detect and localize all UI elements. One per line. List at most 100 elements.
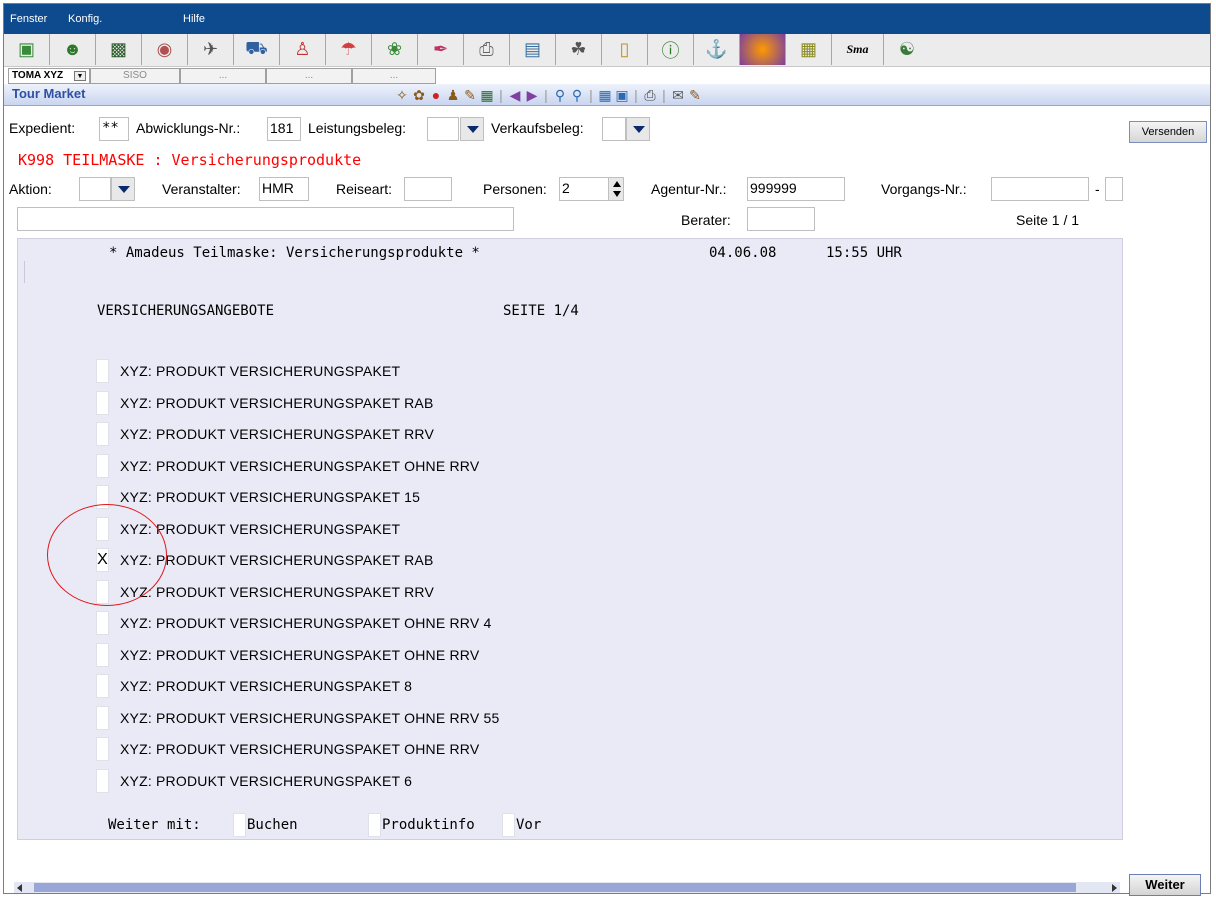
umbrella-icon[interactable]: ☂ [326,34,372,65]
vorgang-field[interactable] [991,177,1089,201]
product-checkbox[interactable] [96,611,109,635]
document-icon[interactable]: ▤ [510,34,556,65]
transfer-icon[interactable]: ▦ [597,87,613,104]
product-label: XYZ: PRODUKT VERSICHERUNGSPAKET 8 [120,678,413,694]
arrow-up-icon[interactable] [613,181,621,187]
menu-hilfe[interactable]: Hilfe [183,13,205,25]
previous-icon[interactable]: ◀ [507,87,523,104]
tab-toma-label: TOMA XYZ [12,70,64,81]
product-checkbox[interactable] [96,705,109,730]
produktinfo-checkbox[interactable] [368,813,381,837]
printer-icon[interactable]: ⎙ [464,34,510,65]
veranstalter-field[interactable]: HMR [259,177,309,201]
flight-icon[interactable]: ✈ [188,34,234,65]
map-icon[interactable]: ❀ [372,34,418,65]
sun-icon[interactable] [740,34,786,65]
product-checkbox[interactable] [96,422,109,446]
chevron-down-icon[interactable]: ▼ [74,71,86,81]
calculator-icon[interactable]: ▦ [479,87,495,104]
zoom-in-icon[interactable]: ⚲ [552,87,568,104]
scroll-right-icon[interactable] [1112,884,1117,892]
aktion-dropdown[interactable] [111,177,135,201]
tab-blank-3[interactable]: ... [352,68,436,84]
terminal-mask: * Amadeus Teilmaske: Versicherungsproduk… [17,238,1123,840]
tab-blank-1[interactable]: ... [180,68,266,84]
abwicklung-label: Abwicklungs-Nr.: [136,120,241,136]
home-icon[interactable]: ☻ [50,34,96,65]
app-window: Fenster Konfig. Hilfe ▣ ☻ ▩ ◉ ✈ ⛟ ♙ ☂ ❀ … [3,3,1211,894]
product-checkbox[interactable] [96,642,109,667]
tools-icon[interactable]: ✧ [394,87,410,104]
vorgang-suffix-field[interactable] [1105,177,1123,201]
personen-stepper[interactable] [608,177,624,201]
product-checkbox[interactable] [96,453,109,478]
product-checkbox[interactable] [96,390,109,415]
menu-fenster[interactable]: Fenster [10,13,47,25]
vorgang-label: Vorgangs-Nr.: [881,181,967,197]
tab-blank-2[interactable]: ... [266,68,352,84]
copy-icon[interactable]: ▣ [614,87,630,104]
person-icon[interactable]: ♟ [445,87,461,104]
flag-icon[interactable]: ✿ [411,87,427,104]
produktinfo-label: Produktinfo [382,817,475,833]
verkaufsbeleg-dropdown[interactable] [626,117,650,141]
app-header: Tour Market ✧ ✿ ● ♟ ✎ ▦ | ◀ ▶ | ⚲ ⚲ | ▦ … [4,84,1210,106]
scrollbar-thumb[interactable] [34,883,1076,892]
leistungsbeleg-dropdown[interactable] [460,117,484,141]
arrow-down-icon[interactable] [613,191,621,197]
leistungsbeleg-field[interactable] [427,117,459,141]
berater-field[interactable] [747,207,815,231]
globe-icon[interactable]: ☯ [884,34,930,65]
smart-icon[interactable]: Sma [832,34,884,65]
next-icon[interactable]: ▶ [524,87,540,104]
stop-icon[interactable]: ● [428,87,444,104]
trolley-icon[interactable]: ☘ [556,34,602,65]
monitor-icon[interactable]: ▩ [96,34,142,65]
mask-title: K998 TEILMASKE : Versicherungsprodukte [18,151,362,169]
cursor-line [24,261,25,283]
expedient-field[interactable]: ** [99,117,129,141]
session-tabs: TOMA XYZ ▼ SISO ... ... ... [4,68,1210,84]
folder-icon[interactable]: ▯ [602,34,648,65]
product-label: XYZ: PRODUKT VERSICHERUNGSPAKET RAB [120,394,434,411]
buchen-label: Buchen [247,817,298,833]
hotel-porter-icon[interactable]: ♙ [280,34,326,65]
terminal-page: SEITE 1/4 [503,303,579,319]
reiseart-field[interactable] [404,177,452,201]
tab-toma[interactable]: TOMA XYZ ▼ [8,68,90,84]
product-label: XYZ: PRODUKT VERSICHERUNGSPAKET OHNE RRV [120,457,480,474]
menu-konfig[interactable]: Konfig. [68,13,102,25]
send-button[interactable]: Versenden [1129,121,1207,143]
abwicklung-field[interactable]: 181 [267,117,301,141]
mail-icon[interactable]: ✉ [670,87,686,104]
car-icon[interactable]: ⛟ [234,34,280,65]
info-icon[interactable]: ⓘ [648,34,694,65]
product-checkbox[interactable] [96,674,109,698]
ship-icon[interactable]: ⚓ [694,34,740,65]
zoom-out-icon[interactable]: ⚲ [569,87,585,104]
product-checkbox[interactable] [96,359,109,383]
personen-field[interactable]: 2 [559,177,609,201]
aktion-field[interactable] [79,177,111,201]
terminal-header: * Amadeus Teilmaske: Versicherungsproduk… [109,245,480,261]
verkaufsbeleg-field[interactable] [602,117,626,141]
print-icon[interactable]: ⎙ [642,87,658,104]
edit-icon[interactable]: ✎ [687,87,703,104]
scroll-left-icon[interactable] [17,884,22,892]
agentur-label: Agentur-Nr.: [651,181,727,197]
notes-icon[interactable]: ✎ [462,87,478,104]
tab-siso[interactable]: SISO [90,68,180,84]
buchen-checkbox[interactable] [233,813,246,837]
product-label: XYZ: PRODUKT VERSICHERUNGSPAKET [120,363,401,379]
agentur-field[interactable]: 999999 [747,177,845,201]
vor-checkbox[interactable] [502,813,515,837]
ticket-icon[interactable]: ✒ [418,34,464,65]
product-checkbox[interactable] [96,768,109,793]
app-icon[interactable]: ▣ [4,34,50,65]
next-button[interactable]: Weiter [1129,874,1201,896]
horizontal-scrollbar[interactable] [14,882,1120,893]
product-checkbox[interactable] [96,737,109,761]
user-icon[interactable]: ◉ [142,34,188,65]
calendar-icon[interactable]: ▦ [786,34,832,65]
freetext-field[interactable] [17,207,514,231]
